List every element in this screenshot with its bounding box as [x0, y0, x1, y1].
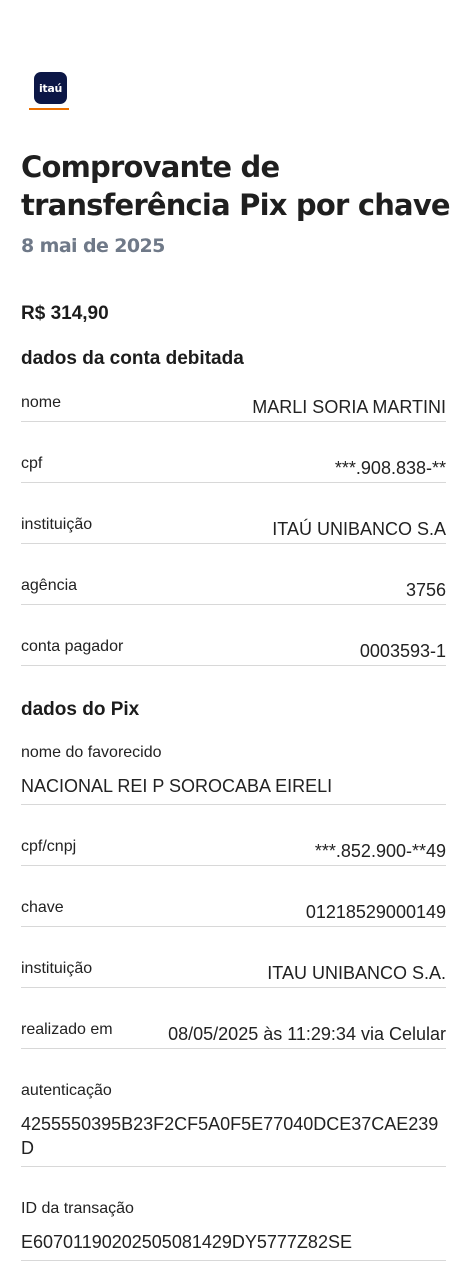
transfer-amount: R$ 314,90 — [21, 303, 109, 324]
pix-row-key: chave 01218529000149 — [21, 899, 446, 927]
logo-underline — [29, 108, 69, 110]
row-label: conta pagador — [21, 638, 124, 655]
row-label: nome do favorecido — [21, 744, 162, 761]
row-value: E60701190202505081429DY5777Z82SE — [21, 1232, 352, 1252]
row-value: ITAU UNIBANCO S.A. — [267, 963, 446, 983]
row-label: instituição — [21, 960, 93, 977]
row-label: agência — [21, 577, 78, 594]
row-value: NACIONAL REI P SOROCABA EIRELI — [21, 776, 333, 796]
section-title-pix: dados do Pix — [21, 699, 140, 720]
receipt-page: itaú Comprovante de transferência Pix po… — [0, 0, 467, 1280]
row-value: ***.908.838-** — [334, 458, 446, 478]
debit-row-agency: agência 3756 — [21, 577, 446, 605]
page-title: Comprovante de transferência Pix por cha… — [21, 150, 451, 222]
row-value: MARLI SORIA MARTINI — [252, 397, 446, 417]
pix-row-payee: nome do favorecido NACIONAL REI P SOROCA… — [21, 744, 446, 805]
itau-logo-icon: itaú — [34, 72, 67, 104]
row-label: realizado em — [21, 1021, 113, 1038]
debit-row-account: conta pagador 0003593-1 — [21, 638, 446, 666]
pix-row-authentication: autenticação 4255550395B23F2CF5A0F5E7704… — [21, 1082, 446, 1167]
pix-row-document: cpf/cnpj ***.852.900-**49 — [21, 838, 446, 866]
row-label: ID da transação — [21, 1200, 134, 1217]
row-value: 0003593-1 — [359, 641, 446, 661]
section-title-debit-account: dados da conta debitada — [21, 348, 244, 369]
bank-logo: itaú — [29, 72, 69, 110]
receipt-date: 8 mai de 2025 — [21, 235, 165, 257]
row-value: 3756 — [405, 580, 446, 600]
row-label: instituição — [21, 516, 93, 533]
pix-row-datetime: realizado em 08/05/2025 às 11:29:34 via … — [21, 1021, 446, 1049]
row-label: autenticação — [21, 1082, 112, 1099]
debit-row-institution: instituição ITAÚ UNIBANCO S.A — [21, 516, 446, 544]
debit-row-cpf: cpf ***.908.838-** — [21, 455, 446, 483]
pix-row-transaction-id: ID da transação E60701190202505081429DY5… — [21, 1200, 446, 1261]
row-value: 4255550395B23F2CF5A0F5E77040DCE37CAE239D — [21, 1114, 439, 1158]
row-label: nome — [21, 394, 62, 411]
row-label: chave — [21, 899, 64, 916]
row-value: 01218529000149 — [305, 902, 446, 922]
row-label: cpf/cnpj — [21, 838, 77, 855]
row-value: ITAÚ UNIBANCO S.A — [272, 519, 446, 539]
row-label: cpf — [21, 455, 43, 472]
pix-row-institution: instituição ITAU UNIBANCO S.A. — [21, 960, 446, 988]
row-value: 08/05/2025 às 11:29:34 via Celular — [168, 1024, 446, 1044]
row-value: ***.852.900-**49 — [314, 841, 446, 861]
debit-row-name: nome MARLI SORIA MARTINI — [21, 394, 446, 422]
